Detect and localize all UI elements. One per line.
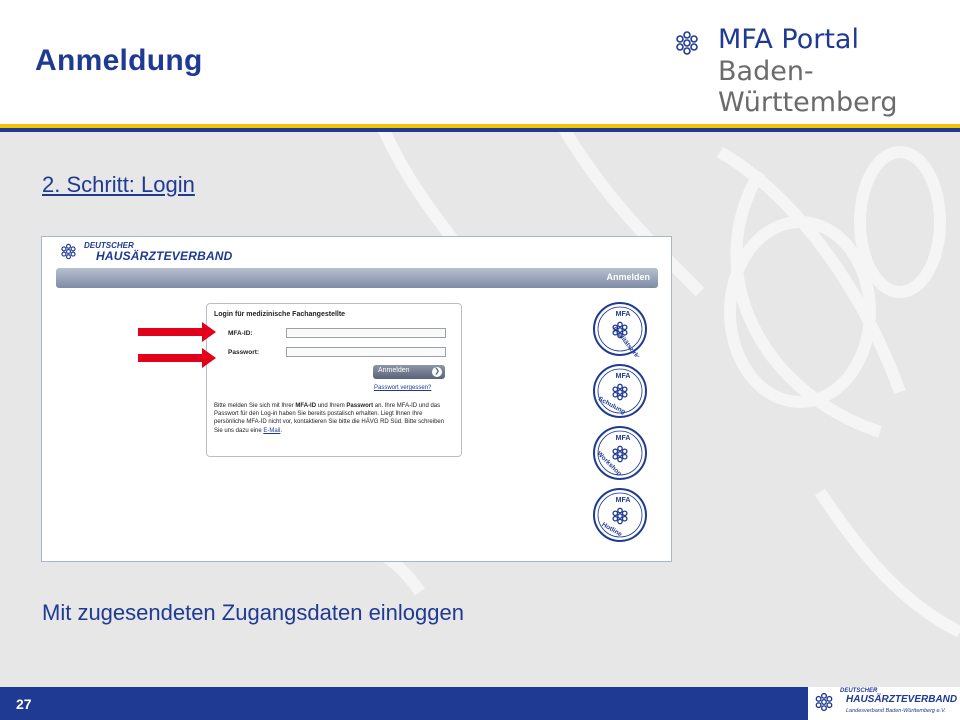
help-text-part: Bitte melden Sie sich mit Ihrer — [214, 403, 296, 409]
page-number: 27 — [16, 696, 32, 712]
help-text-part: . — [280, 427, 283, 434]
mfa-portal-logo: MFA Portal Baden-Württemberg — [674, 24, 944, 118]
nav-label-anmelden[interactable]: Anmelden — [606, 272, 650, 282]
help-text-bold: MFA-ID — [295, 403, 317, 409]
slide-footer: 27 DEUTSCHER HAUSÄRZTEVERBAND Landesverb… — [0, 687, 960, 720]
slide-header: Anmeldung MFA Portal Baden-Württemberg — [0, 0, 960, 124]
nav-bar: Anmelden — [56, 268, 658, 288]
badge-top-text: MFA — [616, 373, 631, 380]
snowflake-logo-icon — [815, 692, 833, 712]
snowflake-logo-icon — [61, 243, 76, 260]
help-text-part: und Ihrem — [316, 403, 347, 409]
badge-top-text: MFA — [616, 435, 631, 442]
login-submit-label: Anmelden — [378, 367, 410, 374]
slide-content: 2. Schritt: Login DEUTSCHER HAUSÄRZTEVER… — [0, 132, 960, 687]
password-label: Passwort: — [228, 349, 260, 356]
mfa-id-input[interactable] — [286, 328, 446, 338]
badge-qualitaetszirkel[interactable]: MFA Qualitätszirkel — [592, 301, 648, 357]
login-submit-button[interactable]: Anmelden ❯ — [373, 365, 445, 379]
chevron-right-icon: ❯ — [432, 367, 442, 377]
footer-logo: DEUTSCHER HAUSÄRZTEVERBAND Landesverband… — [808, 687, 960, 720]
email-link[interactable]: E-Mail — [263, 428, 280, 434]
red-arrow-password — [138, 348, 216, 368]
badge-workshop[interactable]: MFA Workshop — [592, 425, 648, 481]
login-box: Login für medizinische Fachangestellte M… — [206, 303, 462, 457]
footer-logo-big: HAUSÄRZTEVERBAND — [846, 694, 958, 705]
logo-line-1: MFA Portal — [718, 24, 859, 55]
badge-top-text: MFA — [616, 311, 631, 318]
logo-line-2: Baden-Württemberg — [718, 56, 898, 118]
login-title: Login für medizinische Fachangestellte — [214, 311, 346, 318]
slide-caption: Mit zugesendeten Zugangsdaten einloggen — [42, 600, 464, 625]
password-input[interactable] — [286, 347, 446, 357]
badge-top-text: MFA — [616, 497, 631, 504]
badge-schulung[interactable]: MFA Schulung — [592, 363, 648, 419]
login-help-text: Bitte melden Sie sich mit Ihrer MFA-ID u… — [214, 402, 454, 435]
help-text-bold: Passwort — [346, 403, 374, 409]
step-login-link[interactable]: 2. Schritt: Login — [42, 172, 195, 198]
slide-title: Anmeldung — [35, 44, 203, 77]
forgot-password-link[interactable]: Passwort vergessen? — [374, 385, 431, 391]
logo-big-text: HAUSÄRZTEVERBAND — [96, 249, 233, 263]
mfa-id-label: MFA-ID: — [228, 330, 253, 337]
badge-hotline[interactable]: MFA Hotline — [592, 487, 648, 543]
snowflake-logo-icon — [676, 31, 698, 55]
footer-logo-sub: Landesverband Baden-Württemberg e.V. — [846, 708, 946, 714]
red-arrow-mfa-id — [138, 322, 216, 342]
hausaerzteverband-logo: DEUTSCHER HAUSÄRZTEVERBAND — [60, 241, 260, 265]
login-screenshot: DEUTSCHER HAUSÄRZTEVERBAND Anmelden Logi… — [41, 236, 672, 562]
